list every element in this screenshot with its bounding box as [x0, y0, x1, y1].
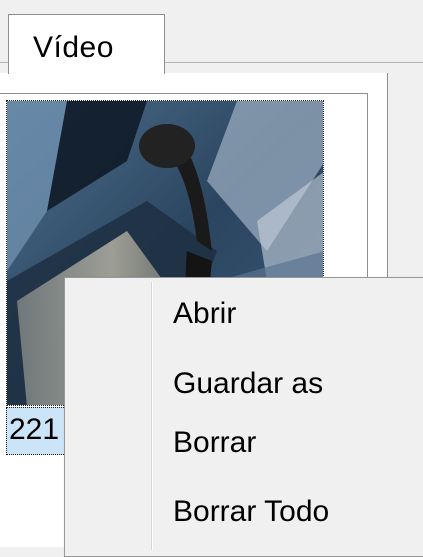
menu-item-abrir[interactable]: Abrir: [69, 286, 423, 342]
tab-video[interactable]: Vídeo: [8, 14, 165, 74]
menu-item-borrar-todo[interactable]: Borrar Todo: [69, 484, 423, 540]
menu-item-borrar[interactable]: Borrar: [69, 415, 423, 471]
context-menu: Abrir Guardar as Borrar Borrar Todo: [64, 277, 423, 557]
tab-video-label: Vídeo: [33, 31, 114, 64]
menu-item-guardar-as[interactable]: Guardar as: [69, 356, 423, 412]
